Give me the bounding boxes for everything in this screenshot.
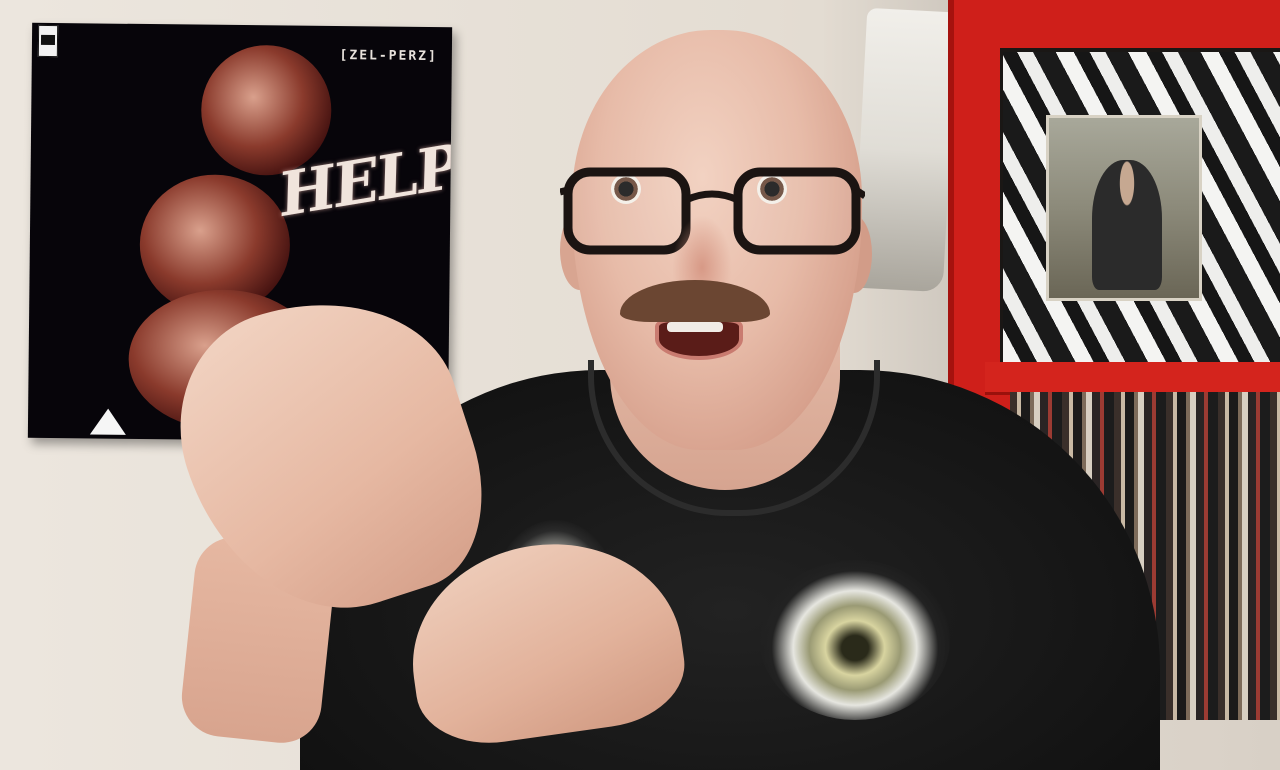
teeth <box>667 322 723 332</box>
wolf-eye-print-right <box>760 560 950 720</box>
poster-title: [ZEL-PERZ] <box>339 48 438 65</box>
parental-advisory-label <box>37 24 59 58</box>
video-frame: [ZEL-PERZ] HELP <box>0 0 1280 770</box>
shelf-board <box>985 362 1280 395</box>
poster-triangle-logo <box>89 408 127 435</box>
nose <box>672 215 732 285</box>
record-cover-person <box>1092 160 1162 290</box>
